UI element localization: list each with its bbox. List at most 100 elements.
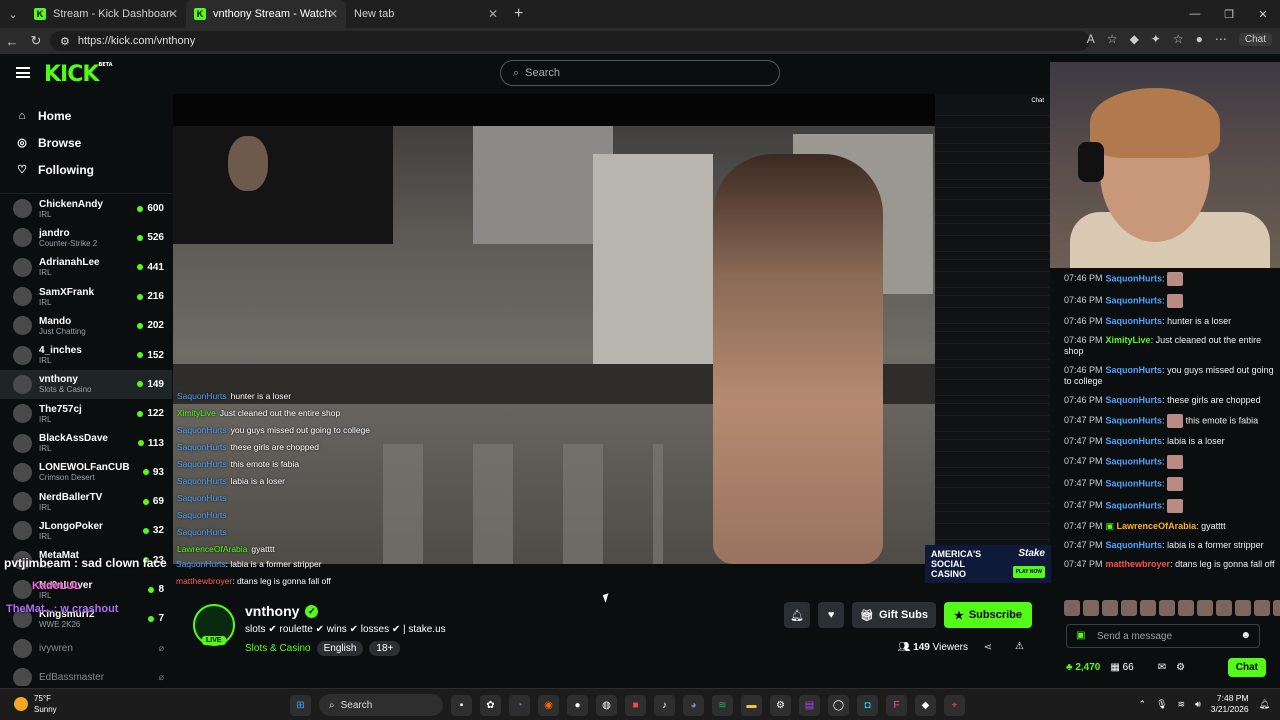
minimize-button[interactable]: — [1178, 0, 1212, 28]
chat-username[interactable]: SaquonHurts [1106, 295, 1163, 305]
app-icon[interactable]: ■ [625, 694, 646, 716]
firefox-icon[interactable]: ◉ [538, 694, 559, 716]
notifications-icon[interactable]: 🔔︎ [1259, 699, 1270, 710]
close-tab-icon[interactable]: ✕ [168, 7, 178, 21]
close-tab-icon[interactable]: ✕ [328, 7, 338, 21]
emote-icon[interactable] [1178, 600, 1194, 616]
stream-category[interactable]: Slots & Casino [245, 643, 311, 654]
sidebar-channel-samxfrank[interactable]: SamXFrank IRL 216 [0, 282, 172, 311]
microphone-icon[interactable]: 🎙︎ [1156, 699, 1167, 710]
sidebar-channel-ivywren[interactable]: ivywren ⌀ [0, 633, 172, 662]
sidebar-item-browse[interactable]: ◎ Browse [0, 129, 172, 156]
extension-icon[interactable]: ◆ [1130, 32, 1139, 46]
read-aloud-icon[interactable]: A [1087, 32, 1095, 46]
subscribe-button[interactable]: ★ Subscribe [943, 602, 1032, 628]
app-icon[interactable]: ◆ [915, 694, 936, 716]
maximize-button[interactable]: ❐ [1212, 0, 1246, 28]
sidebar-channel-4_inches[interactable]: 4_inches IRL 152 [0, 340, 172, 369]
emote-icon[interactable] [1102, 600, 1118, 616]
emote-icon[interactable] [1064, 600, 1080, 616]
chat-username[interactable]: SaquonHurts [1106, 365, 1163, 375]
share-icon[interactable]: ⋖ [984, 642, 992, 653]
emote-icon[interactable] [1083, 600, 1099, 616]
favorite-star-icon[interactable]: ☆ [1107, 32, 1118, 46]
weather-widget[interactable]: 75°F Sunny [14, 693, 57, 715]
gift-subs-button[interactable]: 🎁︎ Gift Subs [852, 602, 936, 628]
app-icon[interactable]: ● [567, 694, 588, 716]
fx-app-icon[interactable]: F [886, 694, 907, 716]
sidebar-channel-adrianahlee[interactable]: AdrianahLee IRL 441 [0, 253, 172, 282]
wifi-icon[interactable]: ≋ [1178, 699, 1186, 710]
chat-input[interactable]: ▣ Send a message ☻ [1066, 624, 1260, 648]
chat-username[interactable]: SaquonHurts [1106, 436, 1163, 446]
app-icon[interactable]: ▤ [799, 694, 820, 716]
chat-gift-icon[interactable]: ▣ [1076, 630, 1085, 641]
menu-hamburger-icon[interactable] [16, 67, 30, 78]
emoji-picker-icon[interactable]: ☻ [1240, 630, 1251, 641]
chat-username[interactable]: XimityLive [1106, 335, 1151, 345]
chat-username[interactable]: SaquonHurts [1106, 316, 1163, 326]
report-icon[interactable]: ⚠ [1015, 641, 1024, 652]
reload-button[interactable]: ↻ [24, 33, 48, 49]
browser-tab-dashboard[interactable]: K Stream - Kick Dashboard ✕ [26, 0, 186, 28]
chat-username[interactable]: matthewbroyer [1106, 559, 1171, 569]
spotify-icon[interactable]: ≋ [712, 694, 733, 716]
tag-pill[interactable]: 18+ [369, 641, 401, 656]
edge-browser-icon[interactable]: ◔ [509, 694, 530, 716]
emote-icon[interactable] [1254, 600, 1270, 616]
copilot-chat-button[interactable]: Chat [1238, 32, 1272, 46]
tab-search-button[interactable]: ⌄ [0, 0, 26, 28]
sidebar-channel-blackassdave[interactable]: BlackAssDave IRL 113 [0, 428, 172, 457]
chat-settings-icon[interactable]: ⚙ [1176, 662, 1185, 673]
chat-send-button[interactable]: Chat [1227, 657, 1266, 677]
stake-ad-banner[interactable]: AMERICA'S SOCIAL CASINO Stake PLAY NOW [925, 545, 1051, 583]
search-input[interactable]: ⌕ Search [500, 60, 780, 86]
chat-username[interactable]: SaquonHurts [1106, 395, 1163, 405]
chat-username[interactable]: SaquonHurts [1106, 456, 1163, 466]
steam-icon[interactable]: ⚙ [770, 694, 791, 716]
video-player[interactable]: SaquonHurts hunter is a loser XimityLive Ju… [173, 94, 935, 564]
emote-icon[interactable] [1235, 600, 1251, 616]
browser-tab-newtab[interactable]: New tab ✕ [346, 0, 506, 28]
copilot-icon[interactable]: ✿ [480, 694, 501, 716]
new-tab-button[interactable]: + [514, 5, 523, 23]
sidebar-channel-chickenandy[interactable]: ChickenAndy IRL 600 [0, 194, 172, 223]
channel-name[interactable]: vnthony ✓ [245, 603, 319, 619]
site-info-icon[interactable]: ⚙ [60, 35, 70, 48]
subs-counter[interactable]: ▦ 66 [1110, 662, 1133, 673]
chat-username[interactable]: SaquonHurts [1106, 478, 1163, 488]
extensions-puzzle-icon[interactable]: ✦ [1151, 32, 1161, 46]
profile-avatar-icon[interactable]: ● [1196, 32, 1203, 46]
chat-username[interactable]: SaquonHurts [1106, 540, 1163, 550]
volume-icon[interactable]: 🔊︎ [1195, 699, 1201, 710]
emote-icon[interactable] [1121, 600, 1137, 616]
sidebar-channel-the757cj[interactable]: The757cj IRL 122 [0, 399, 172, 428]
notification-bell-button[interactable]: 🔔︎ [784, 602, 811, 628]
sidebar-item-following[interactable]: ♡ Following [0, 156, 172, 183]
sidebar-channel-nerdballertv[interactable]: NerdBallerTV IRL 69 [0, 487, 172, 516]
back-button[interactable]: ← [0, 34, 24, 49]
more-menu-icon[interactable]: ⋯ [1215, 32, 1227, 46]
url-field[interactable]: ⚙ https://kick.com/vnthony [50, 31, 1090, 51]
sidebar-channel-edbassmaster[interactable]: EdBassmaster ⌀ [0, 663, 172, 686]
sidebar-channel-lonewolfancub[interactable]: LONEWOLFanCUB Crimson Desert 93 [0, 458, 172, 487]
sidebar-channel-jandro[interactable]: jandro Counter-Strike 2 526 [0, 223, 172, 252]
channel-points[interactable]: ♣ 2,470 [1066, 662, 1100, 673]
task-view-icon[interactable]: ▪ [451, 694, 472, 716]
tag-pill[interactable]: English [316, 641, 364, 656]
sidebar-channel-jlongopoker[interactable]: JLongoPoker IRL 32 [0, 516, 172, 545]
browser-tab-vnthony[interactable]: K vnthony Stream - Watch Live on Kick ✕ [186, 0, 346, 28]
file-explorer-icon[interactable]: ▬ [741, 694, 762, 716]
follow-heart-button[interactable]: ♥ [818, 602, 845, 628]
emote-icon[interactable] [1140, 600, 1156, 616]
chat-rules-icon[interactable]: ✉ [1158, 662, 1166, 673]
emote-icon[interactable] [1273, 600, 1280, 616]
sidebar-channel-mando[interactable]: Mando Just Chatting 202 [0, 311, 172, 340]
chat-username[interactable]: SaquonHurts [1106, 415, 1163, 425]
emote-icon[interactable] [1159, 600, 1175, 616]
windows-start-icon[interactable]: ⊞ [290, 694, 311, 716]
chrome-icon[interactable]: ◍ [596, 694, 617, 716]
close-tab-icon[interactable]: ✕ [488, 7, 498, 21]
music-icon[interactable]: ♪ [654, 694, 675, 716]
tray-overflow-icon[interactable]: ⌃ [1139, 699, 1147, 710]
